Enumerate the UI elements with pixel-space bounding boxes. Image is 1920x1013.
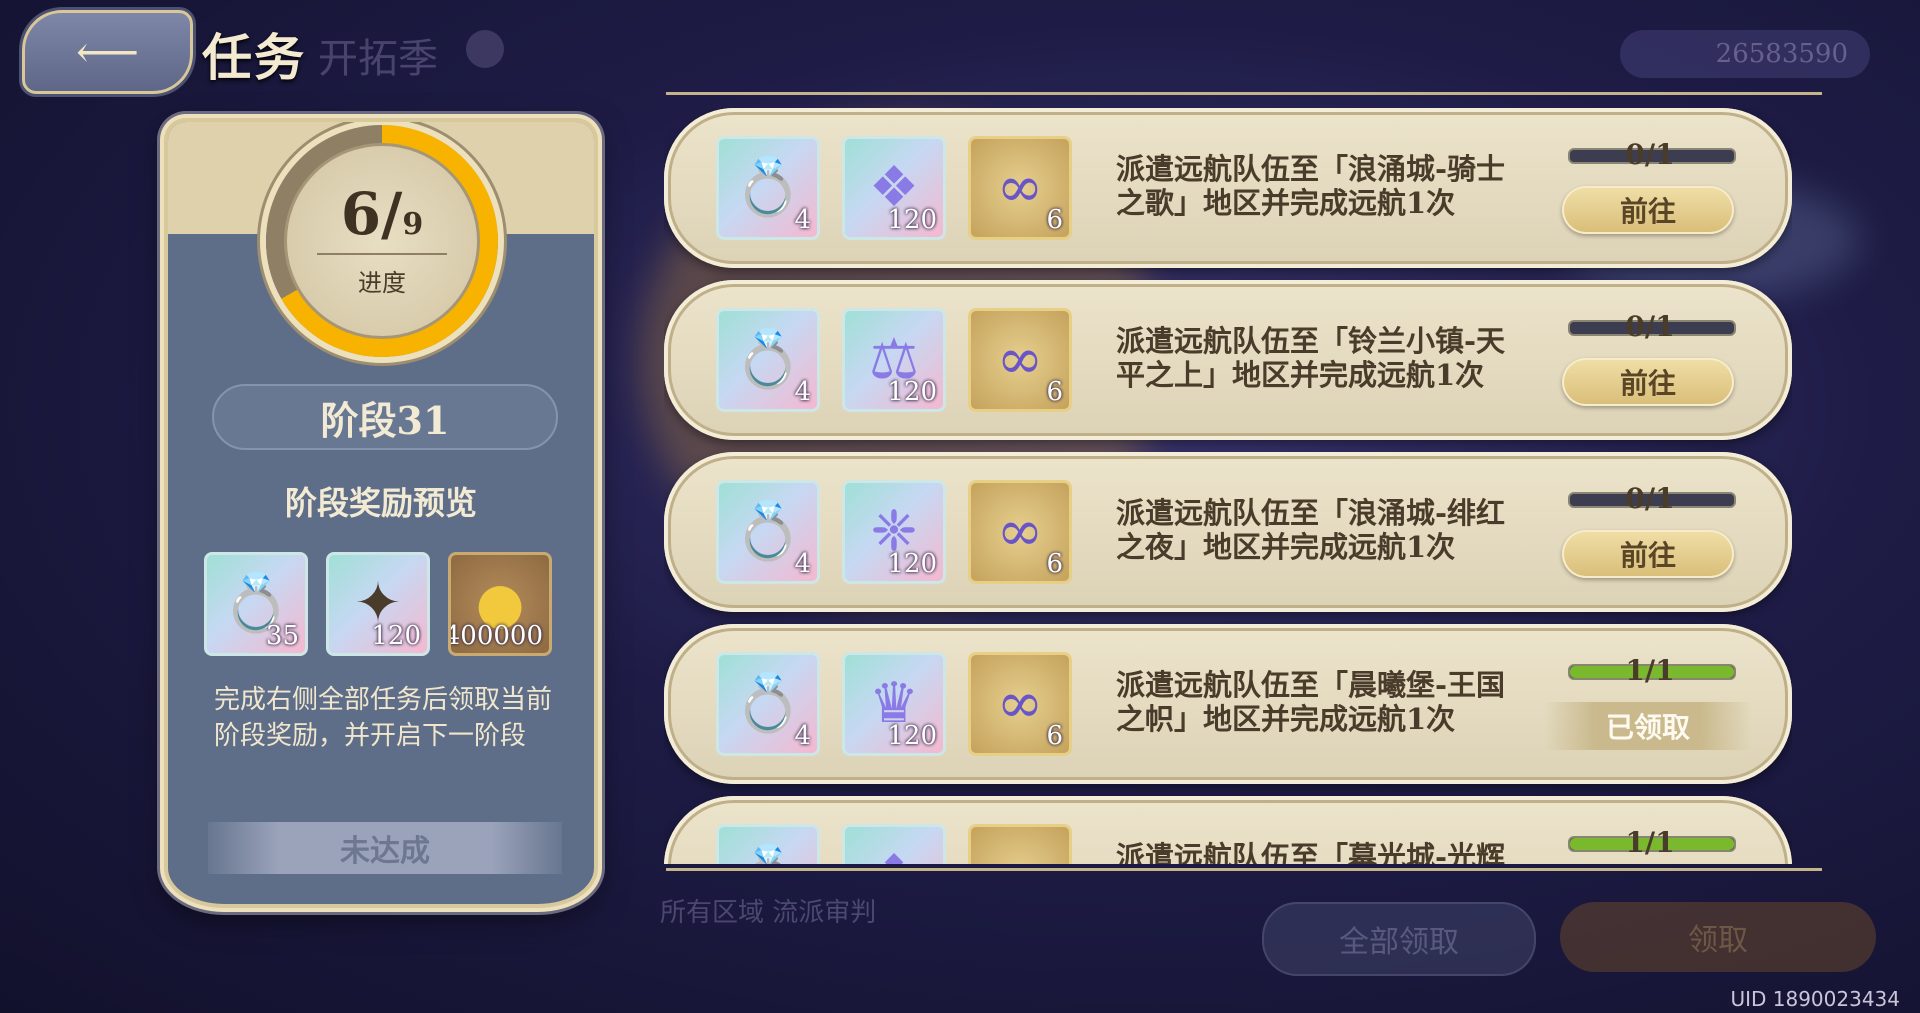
stage-reward-coin[interactable]: ● 400000 bbox=[448, 552, 552, 656]
claim-all-label: 全部领取 bbox=[1339, 925, 1459, 960]
stage-reward-list: 💍 35 ✦ 120 ● 400000 bbox=[204, 552, 552, 656]
progress-current: 6 bbox=[340, 179, 382, 248]
task-card: 💍 ❖ ∞ 派遣远航队伍至「幕光城-光辉 1/1 bbox=[664, 796, 1792, 864]
task-progress-text: 0/1 bbox=[1625, 310, 1675, 343]
task-card: 💍 4 ❈ 120 ∞ 6 派遣远航队伍至「浪涌城-绯红之夜」地区并完成远航1次 0/1 前往 bbox=[664, 452, 1792, 612]
task-progress-text: 1/1 bbox=[1625, 826, 1675, 859]
task-reward-item[interactable]: 💍 4 bbox=[716, 480, 820, 584]
reward-quantity: 35 bbox=[265, 621, 299, 651]
reward-quantity: 120 bbox=[887, 549, 937, 579]
shard-item-icon: ❖ bbox=[869, 848, 919, 865]
task-reward-item[interactable]: ∞ 6 bbox=[968, 308, 1072, 412]
task-reward-item[interactable]: ⚖ 120 bbox=[842, 308, 946, 412]
task-progress-text: 0/1 bbox=[1625, 482, 1675, 515]
currency-display: 26583590 bbox=[1620, 30, 1870, 78]
ring-item-icon: 💍 bbox=[733, 327, 803, 392]
background-caption: 所有区域 流派审判 bbox=[660, 898, 877, 928]
progress-divider bbox=[317, 252, 447, 255]
task-reward-item[interactable]: ∞ 6 bbox=[968, 652, 1072, 756]
back-button[interactable]: ⟵ bbox=[22, 10, 193, 94]
infinity-token-icon: ∞ bbox=[996, 327, 1044, 392]
progress-dial: 6/9 进度 bbox=[284, 143, 480, 339]
reward-quantity: 6 bbox=[1046, 377, 1063, 407]
task-reward-list: 💍 4 ❈ 120 ∞ 6 bbox=[716, 480, 1072, 584]
ring-item-icon: 💍 bbox=[733, 499, 803, 564]
task-reward-item[interactable]: 💍 4 bbox=[716, 652, 820, 756]
stage-status-button[interactable]: 未达成 bbox=[208, 822, 562, 874]
stage-panel: 6/9 进度 阶段31 阶段奖励预览 💍 35 ✦ 120 ● 400000 完… bbox=[164, 118, 598, 908]
task-reward-item[interactable]: ∞ 6 bbox=[968, 480, 1072, 584]
reward-quantity: 120 bbox=[887, 377, 937, 407]
task-reward-item[interactable]: ♛ 120 bbox=[842, 652, 946, 756]
reward-quantity: 4 bbox=[794, 377, 811, 407]
ring-item-icon: 💍 bbox=[733, 848, 803, 865]
stage-description: 完成右侧全部任务后领取当前阶段奖励，并开启下一阶段 bbox=[214, 685, 553, 751]
infinity-token-icon: ∞ bbox=[996, 155, 1044, 220]
infinity-token-icon: ∞ bbox=[996, 499, 1044, 564]
task-reward-item[interactable]: ❖ 120 bbox=[842, 136, 946, 240]
stage-reward-star[interactable]: ✦ 120 bbox=[326, 552, 430, 656]
back-arrow-icon: ⟵ bbox=[75, 26, 140, 78]
currency-value: 26583590 bbox=[1715, 39, 1848, 69]
stage-progress-ring: 6/9 进度 bbox=[266, 125, 498, 357]
task-progress-text: 1/1 bbox=[1625, 654, 1675, 687]
stage-title: 阶段31 bbox=[212, 384, 558, 450]
task-reward-item[interactable]: ∞ 6 bbox=[968, 136, 1072, 240]
task-description: 派遣远航队伍至「浪涌城-绯红之夜」地区并完成远航1次 bbox=[1116, 496, 1506, 564]
go-button[interactable]: 前往 bbox=[1562, 530, 1734, 578]
go-button[interactable]: 前往 bbox=[1562, 186, 1734, 234]
confirm-label: 领取 bbox=[1688, 923, 1748, 958]
stage-reward-ring[interactable]: 💍 35 bbox=[204, 552, 308, 656]
progress-count: 6/9 bbox=[340, 179, 424, 248]
progress-label: 进度 bbox=[358, 268, 406, 297]
reward-quantity: 4 bbox=[794, 721, 811, 751]
background-title: 开拓季 bbox=[318, 36, 438, 82]
reward-quantity: 6 bbox=[1046, 549, 1063, 579]
task-card: 💍 4 ♛ 120 ∞ 6 派遣远航队伍至「晨曦堡-王国之帜」地区并完成远航1次 1/1 已领取 bbox=[664, 624, 1792, 784]
task-description: 派遣远航队伍至「幕光城-光辉 bbox=[1116, 840, 1506, 864]
uid-label: UID 1890023434 bbox=[1730, 987, 1900, 1011]
reward-quantity: 120 bbox=[887, 721, 937, 751]
task-reward-list: 💍 4 ⚖ 120 ∞ 6 bbox=[716, 308, 1072, 412]
reward-quantity: 4 bbox=[794, 205, 811, 235]
task-list[interactable]: 💍 4 ❖ 120 ∞ 6 派遣远航队伍至「浪涌城-骑士之歌」地区并完成远航1次 0/1 前往 💍… bbox=[664, 108, 1792, 864]
reward-quantity: 120 bbox=[887, 205, 937, 235]
reward-quantity: 400000 bbox=[448, 621, 543, 651]
info-icon bbox=[466, 30, 504, 68]
list-frame-top bbox=[666, 92, 1822, 95]
reward-preview-title: 阶段奖励预览 bbox=[284, 484, 477, 522]
ring-item-icon: 💍 bbox=[733, 155, 803, 220]
task-progress-text: 0/1 bbox=[1625, 138, 1675, 171]
task-card: 💍 4 ⚖ 120 ∞ 6 派遣远航队伍至「铃兰小镇-天平之上」地区并完成远航1次 0/1 前往 bbox=[664, 280, 1792, 440]
claim-all-button[interactable]: 全部领取 bbox=[1262, 902, 1536, 976]
task-description: 派遣远航队伍至「浪涌城-骑士之歌」地区并完成远航1次 bbox=[1116, 152, 1506, 220]
task-description: 派遣远航队伍至「铃兰小镇-天平之上」地区并完成远航1次 bbox=[1116, 324, 1506, 392]
task-reward-list: 💍 ❖ ∞ bbox=[716, 824, 1072, 864]
reward-quantity: 4 bbox=[794, 549, 811, 579]
infinity-token-icon: ∞ bbox=[996, 671, 1044, 736]
progress-total: 9 bbox=[402, 206, 424, 242]
task-description: 派遣远航队伍至「晨曦堡-王国之帜」地区并完成远航1次 bbox=[1116, 668, 1506, 736]
reward-quantity: 120 bbox=[371, 621, 421, 651]
task-reward-list: 💍 4 ♛ 120 ∞ 6 bbox=[716, 652, 1072, 756]
task-reward-item[interactable]: 💍 4 bbox=[716, 136, 820, 240]
ring-item-icon: 💍 bbox=[733, 671, 803, 736]
task-reward-item[interactable]: ∞ bbox=[968, 824, 1072, 864]
infinity-token-icon: ∞ bbox=[997, 848, 1044, 865]
reward-quantity: 6 bbox=[1046, 205, 1063, 235]
task-reward-item[interactable]: ❖ bbox=[842, 824, 946, 864]
task-reward-item[interactable]: 💍 bbox=[716, 824, 820, 864]
task-card: 💍 4 ❖ 120 ∞ 6 派遣远航队伍至「浪涌城-骑士之歌」地区并完成远航1次 0/1 前往 bbox=[664, 108, 1792, 268]
task-reward-item[interactable]: ❈ 120 bbox=[842, 480, 946, 584]
reward-quantity: 6 bbox=[1046, 721, 1063, 751]
list-frame-bottom bbox=[666, 868, 1822, 871]
task-reward-list: 💍 4 ❖ 120 ∞ 6 bbox=[716, 136, 1072, 240]
page-title: 任务 bbox=[202, 28, 306, 87]
claimed-label: 已领取 bbox=[1544, 702, 1752, 750]
confirm-button[interactable]: 领取 bbox=[1560, 902, 1876, 972]
task-reward-item[interactable]: 💍 4 bbox=[716, 308, 820, 412]
go-button[interactable]: 前往 bbox=[1562, 358, 1734, 406]
